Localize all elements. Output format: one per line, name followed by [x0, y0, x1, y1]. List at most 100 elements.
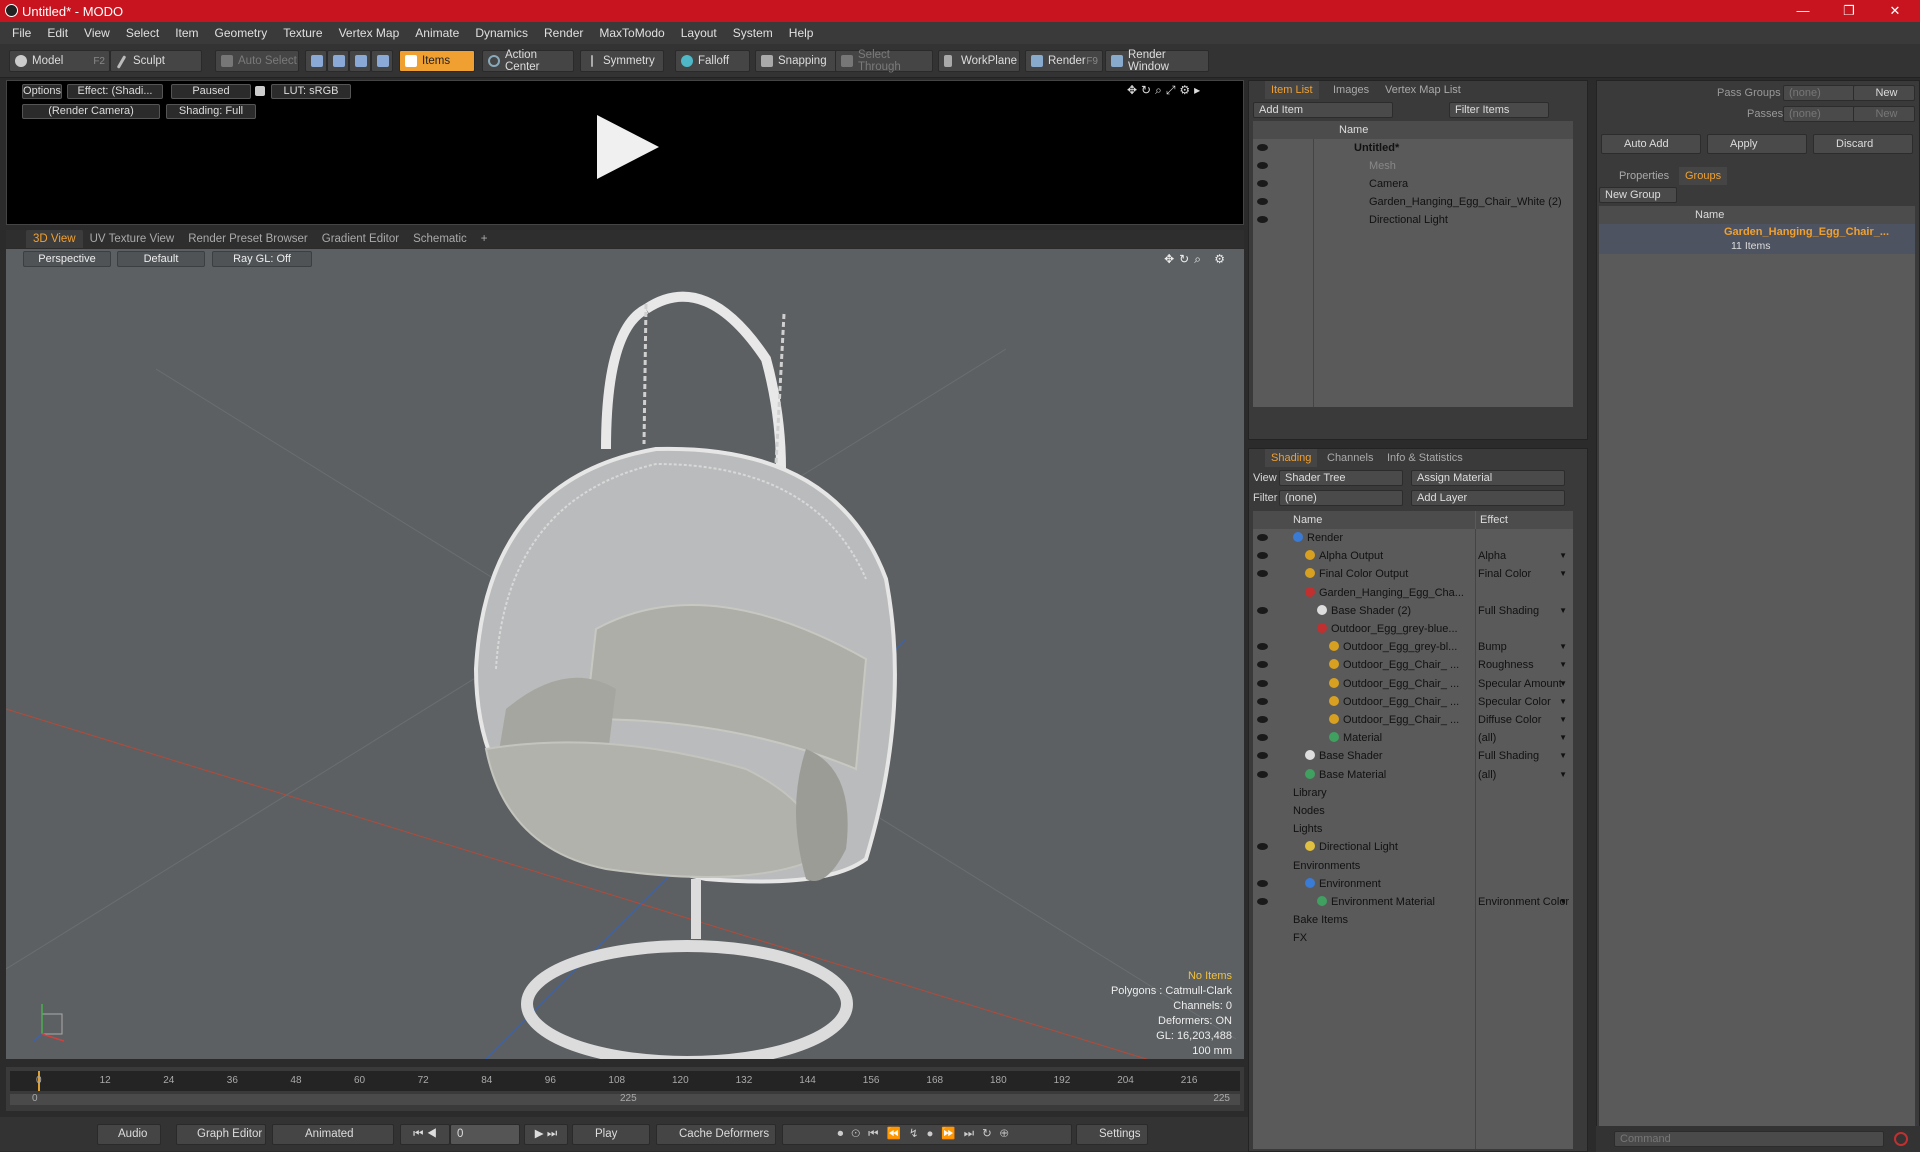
- visibility-eye-icon[interactable]: [1257, 216, 1268, 223]
- visibility-eye-icon[interactable]: [1257, 679, 1268, 687]
- visibility-eye-icon[interactable]: [1257, 162, 1268, 169]
- shader-row[interactable]: Outdoor_Egg_Chair_ ... Specular Color ▼: [1253, 693, 1573, 711]
- shading-dropdown[interactable]: Shading: Full: [166, 104, 256, 119]
- effect-dropdown-arrow-icon[interactable]: ▼: [1559, 638, 1567, 656]
- shader-effect[interactable]: Full Shading: [1478, 747, 1539, 765]
- effect-dropdown-arrow-icon[interactable]: ▼: [1559, 602, 1567, 620]
- menu-file[interactable]: File: [4, 26, 39, 40]
- item-row[interactable]: Untitled*: [1253, 139, 1573, 157]
- visibility-eye-icon[interactable]: [1257, 697, 1268, 705]
- workplane-button[interactable]: WorkPlane: [938, 50, 1020, 72]
- visibility-eye-icon[interactable]: [1257, 144, 1268, 151]
- sculpt-mode-button[interactable]: Sculpt: [110, 50, 202, 72]
- visibility-eye-icon[interactable]: [1257, 770, 1268, 778]
- animated-dropdown[interactable]: Animated: [272, 1124, 394, 1145]
- shader-row[interactable]: Bake Items: [1253, 911, 1573, 929]
- auto-add-button[interactable]: Auto Add: [1601, 134, 1701, 154]
- tab-item-list[interactable]: Item List: [1265, 81, 1319, 99]
- menu-vertex-map[interactable]: Vertex Map: [331, 26, 408, 40]
- shader-name-header[interactable]: Name: [1253, 511, 1475, 529]
- shader-row[interactable]: Final Color Output Final Color ▼: [1253, 565, 1573, 583]
- render-options-button[interactable]: Options: [22, 84, 62, 99]
- edges-mode-button[interactable]: [327, 50, 349, 72]
- shader-effect[interactable]: Roughness: [1478, 656, 1534, 674]
- tab-groups[interactable]: Groups: [1679, 167, 1728, 185]
- shader-effect-header[interactable]: Effect: [1476, 511, 1573, 529]
- shader-row[interactable]: Base Material (all) ▼: [1253, 766, 1573, 784]
- group-row[interactable]: Garden_Hanging_Egg_Chair_... 11 Items: [1599, 224, 1915, 254]
- timeline[interactable]: 0 12 24 36 48 60 72 84 96 108 120 132 144 156 168 180 19…: [6, 1067, 1244, 1111]
- transport-skip-forward-icons[interactable]: ▶ ⏭: [524, 1124, 568, 1145]
- shader-effect[interactable]: Alpha: [1478, 547, 1506, 565]
- menu-maxtomodo[interactable]: MaxToModo: [591, 26, 672, 40]
- visibility-eye-icon[interactable]: [1257, 879, 1268, 887]
- visibility-eye-icon[interactable]: [1257, 752, 1268, 760]
- tab-uv-texture-view[interactable]: UV Texture View: [83, 230, 182, 248]
- shader-effect[interactable]: Bump: [1478, 638, 1507, 656]
- shader-row[interactable]: Nodes: [1253, 802, 1573, 820]
- action-center-button[interactable]: Action Center: [482, 49, 574, 73]
- new-pass-group-button[interactable]: New: [1853, 85, 1915, 101]
- falloff-button[interactable]: Falloff: [675, 50, 750, 72]
- item-row[interactable]: Garden_Hanging_Egg_Chair_White (2): [1253, 193, 1573, 211]
- timeline-ruler[interactable]: 0 12 24 36 48 60 72 84 96 108 120 132 144 156 168 180 19…: [10, 1071, 1240, 1091]
- menu-system[interactable]: System: [725, 26, 781, 40]
- add-layer-dropdown[interactable]: Add Layer: [1411, 490, 1565, 506]
- shader-row[interactable]: Render: [1253, 529, 1573, 547]
- record-macro-icon[interactable]: [1894, 1132, 1908, 1146]
- tab-shading[interactable]: Shading: [1265, 449, 1318, 467]
- polygons-mode-button[interactable]: [349, 50, 371, 72]
- lock-icon[interactable]: [255, 86, 265, 96]
- menu-dynamics[interactable]: Dynamics: [467, 26, 536, 40]
- transport-skip-back-icons[interactable]: ⏮ ◀: [400, 1124, 450, 1145]
- shader-row[interactable]: Directional Light: [1253, 838, 1573, 856]
- effect-dropdown-arrow-icon[interactable]: ▼: [1559, 675, 1567, 693]
- new-pass-button[interactable]: New: [1853, 106, 1915, 122]
- shader-row[interactable]: Garden_Hanging_Egg_Cha...: [1253, 584, 1573, 602]
- timeline-range-bar[interactable]: 0 225 225: [10, 1093, 1240, 1105]
- effect-dropdown-arrow-icon[interactable]: ▼: [1559, 711, 1567, 729]
- shader-row[interactable]: Lights: [1253, 820, 1573, 838]
- groups-name-header[interactable]: Name: [1599, 206, 1915, 224]
- shader-effect[interactable]: Full Shading: [1478, 602, 1539, 620]
- effect-dropdown-arrow-icon[interactable]: ▼: [1559, 893, 1567, 911]
- shader-effect[interactable]: (all): [1478, 766, 1496, 784]
- auto-select-button[interactable]: Auto Select: [215, 50, 299, 72]
- shader-row[interactable]: Environment Material Environment Color ▼: [1253, 893, 1573, 911]
- shader-filter-dropdown[interactable]: (none): [1279, 490, 1403, 506]
- effect-dropdown-arrow-icon[interactable]: ▼: [1559, 547, 1567, 565]
- assign-material-dropdown[interactable]: Assign Material: [1411, 470, 1565, 486]
- command-input[interactable]: Command: [1614, 1131, 1884, 1147]
- maximize-button[interactable]: ❐: [1826, 0, 1872, 22]
- visibility-eye-icon[interactable]: [1257, 180, 1268, 187]
- tab-properties[interactable]: Properties: [1613, 167, 1675, 185]
- visibility-eye-icon[interactable]: [1257, 534, 1268, 541]
- render-button[interactable]: Render F9: [1025, 50, 1103, 72]
- discard-button[interactable]: Discard: [1813, 134, 1913, 154]
- shader-row[interactable]: Outdoor_Egg_Chair_ ... Roughness ▼: [1253, 656, 1573, 674]
- shader-row[interactable]: Outdoor_Egg_grey-bl... Bump ▼: [1253, 638, 1573, 656]
- shader-effect[interactable]: Final Color: [1478, 565, 1531, 583]
- visibility-eye-icon[interactable]: [1257, 898, 1268, 905]
- visibility-eye-icon[interactable]: [1257, 606, 1268, 614]
- visibility-eye-icon[interactable]: [1257, 716, 1268, 723]
- shader-row[interactable]: Material (all) ▼: [1253, 729, 1573, 747]
- vertices-mode-button[interactable]: [305, 50, 327, 72]
- shader-row[interactable]: Environment: [1253, 875, 1573, 893]
- shader-row[interactable]: Base Shader Full Shading ▼: [1253, 747, 1573, 765]
- shader-row[interactable]: Base Shader (2) Full Shading ▼: [1253, 602, 1573, 620]
- visibility-eye-icon[interactable]: [1257, 661, 1268, 669]
- materials-mode-button[interactable]: [371, 50, 393, 72]
- menu-texture[interactable]: Texture: [275, 26, 330, 40]
- tab-vertex-map-list[interactable]: Vertex Map List: [1379, 81, 1467, 99]
- render-paused-button[interactable]: Paused: [171, 84, 251, 99]
- shader-effect[interactable]: Specular Color: [1478, 693, 1551, 711]
- render-window-button[interactable]: Render Window: [1105, 49, 1209, 73]
- tab-channels[interactable]: Channels: [1321, 449, 1379, 467]
- render-effect-dropdown[interactable]: Effect: (Shadi...: [67, 84, 163, 99]
- tab-3d-view[interactable]: 3D View: [26, 230, 83, 248]
- render-nav-icons[interactable]: ✥↻⌕⤢⚙▸: [1127, 83, 1204, 98]
- visibility-eye-icon[interactable]: [1257, 552, 1268, 560]
- menu-item[interactable]: Item: [167, 26, 206, 40]
- effect-dropdown-arrow-icon[interactable]: ▼: [1559, 766, 1567, 784]
